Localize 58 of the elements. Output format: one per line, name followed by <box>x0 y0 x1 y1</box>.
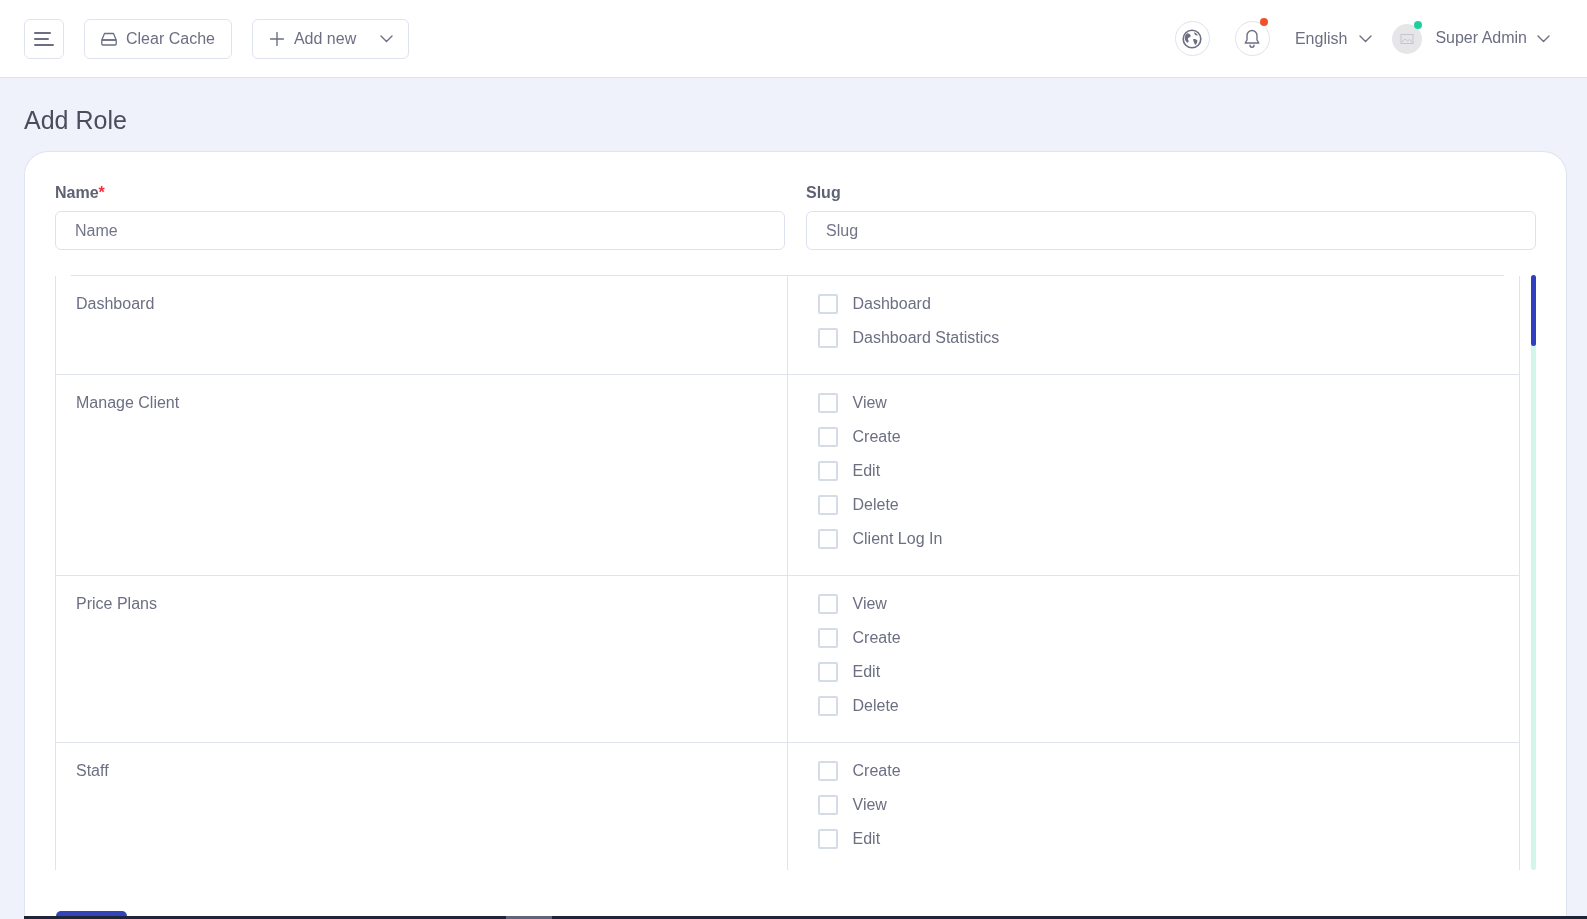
checkbox[interactable] <box>817 795 838 815</box>
add-new-button[interactable]: Add new <box>251 18 410 59</box>
clear-cache-button[interactable]: Clear Cache <box>84 18 232 59</box>
permission-label[interactable]: View <box>852 391 887 415</box>
chevron-down-icon <box>1537 34 1550 43</box>
checkbox[interactable] <box>817 761 838 781</box>
permission-label[interactable]: Create <box>852 759 901 783</box>
permission-label[interactable]: Delete <box>852 694 899 718</box>
button[interactable] <box>56 911 127 916</box>
permission-label[interactable]: Edit <box>852 827 881 851</box>
scrollbar-track[interactable] <box>1531 275 1536 870</box>
scrollbar-thumb[interactable] <box>506 916 552 919</box>
chevron-down-icon <box>1359 34 1373 43</box>
avatar-icon <box>1392 23 1423 54</box>
permission-label[interactable]: View <box>852 793 887 817</box>
bell-icon <box>1244 29 1261 48</box>
globe-button[interactable] <box>1174 21 1210 56</box>
checkbox[interactable] <box>817 495 838 515</box>
globe-icon <box>1182 28 1203 49</box>
permission-label[interactable]: View <box>852 592 887 616</box>
notifications-button[interactable] <box>1234 21 1270 56</box>
permission-group-name: Staff <box>76 762 109 779</box>
horizontal-scrollbar[interactable] <box>24 916 1587 919</box>
hard-drive-icon <box>101 31 117 46</box>
text-input[interactable]: Name <box>55 211 785 250</box>
page-title: Add Role <box>24 105 128 134</box>
permission-group-name: Price Plans <box>76 595 157 612</box>
permission-label[interactable]: Client Log In <box>852 527 943 551</box>
permission-group-name: Manage Client <box>76 394 180 411</box>
checkbox[interactable] <box>817 529 838 549</box>
permission-label[interactable]: Dashboard Statistics <box>852 326 1000 350</box>
field-label: Slug <box>806 183 842 203</box>
permission-label[interactable]: Edit <box>852 660 881 684</box>
checkbox[interactable] <box>817 829 838 849</box>
permission-label[interactable]: Delete <box>852 493 899 517</box>
checkbox[interactable] <box>817 294 838 314</box>
permission-label[interactable]: Create <box>852 425 901 449</box>
language-dropdown[interactable]: English <box>1294 26 1373 51</box>
permission-label[interactable]: Create <box>852 626 901 650</box>
checkbox[interactable] <box>817 662 838 682</box>
permission-label[interactable]: Dashboard <box>852 292 931 316</box>
text-input[interactable]: Slug <box>806 211 1536 250</box>
chevron-down-icon <box>380 34 394 43</box>
permission-group-name: Dashboard <box>76 295 155 312</box>
field-label: Name* <box>55 183 106 203</box>
menu-icon <box>34 31 54 46</box>
user-menu-button[interactable]: Super Admin <box>1392 23 1550 54</box>
checkbox[interactable] <box>817 696 838 716</box>
checkbox[interactable] <box>817 427 838 447</box>
plus-icon <box>269 31 284 46</box>
permission-label[interactable]: Edit <box>852 459 881 483</box>
menu-button[interactable] <box>24 18 64 59</box>
checkbox[interactable] <box>817 461 838 481</box>
checkbox[interactable] <box>817 328 838 348</box>
scrollbar-thumb[interactable] <box>1531 275 1536 346</box>
checkbox[interactable] <box>817 628 838 648</box>
checkbox[interactable] <box>817 393 838 413</box>
checkbox[interactable] <box>817 594 838 614</box>
